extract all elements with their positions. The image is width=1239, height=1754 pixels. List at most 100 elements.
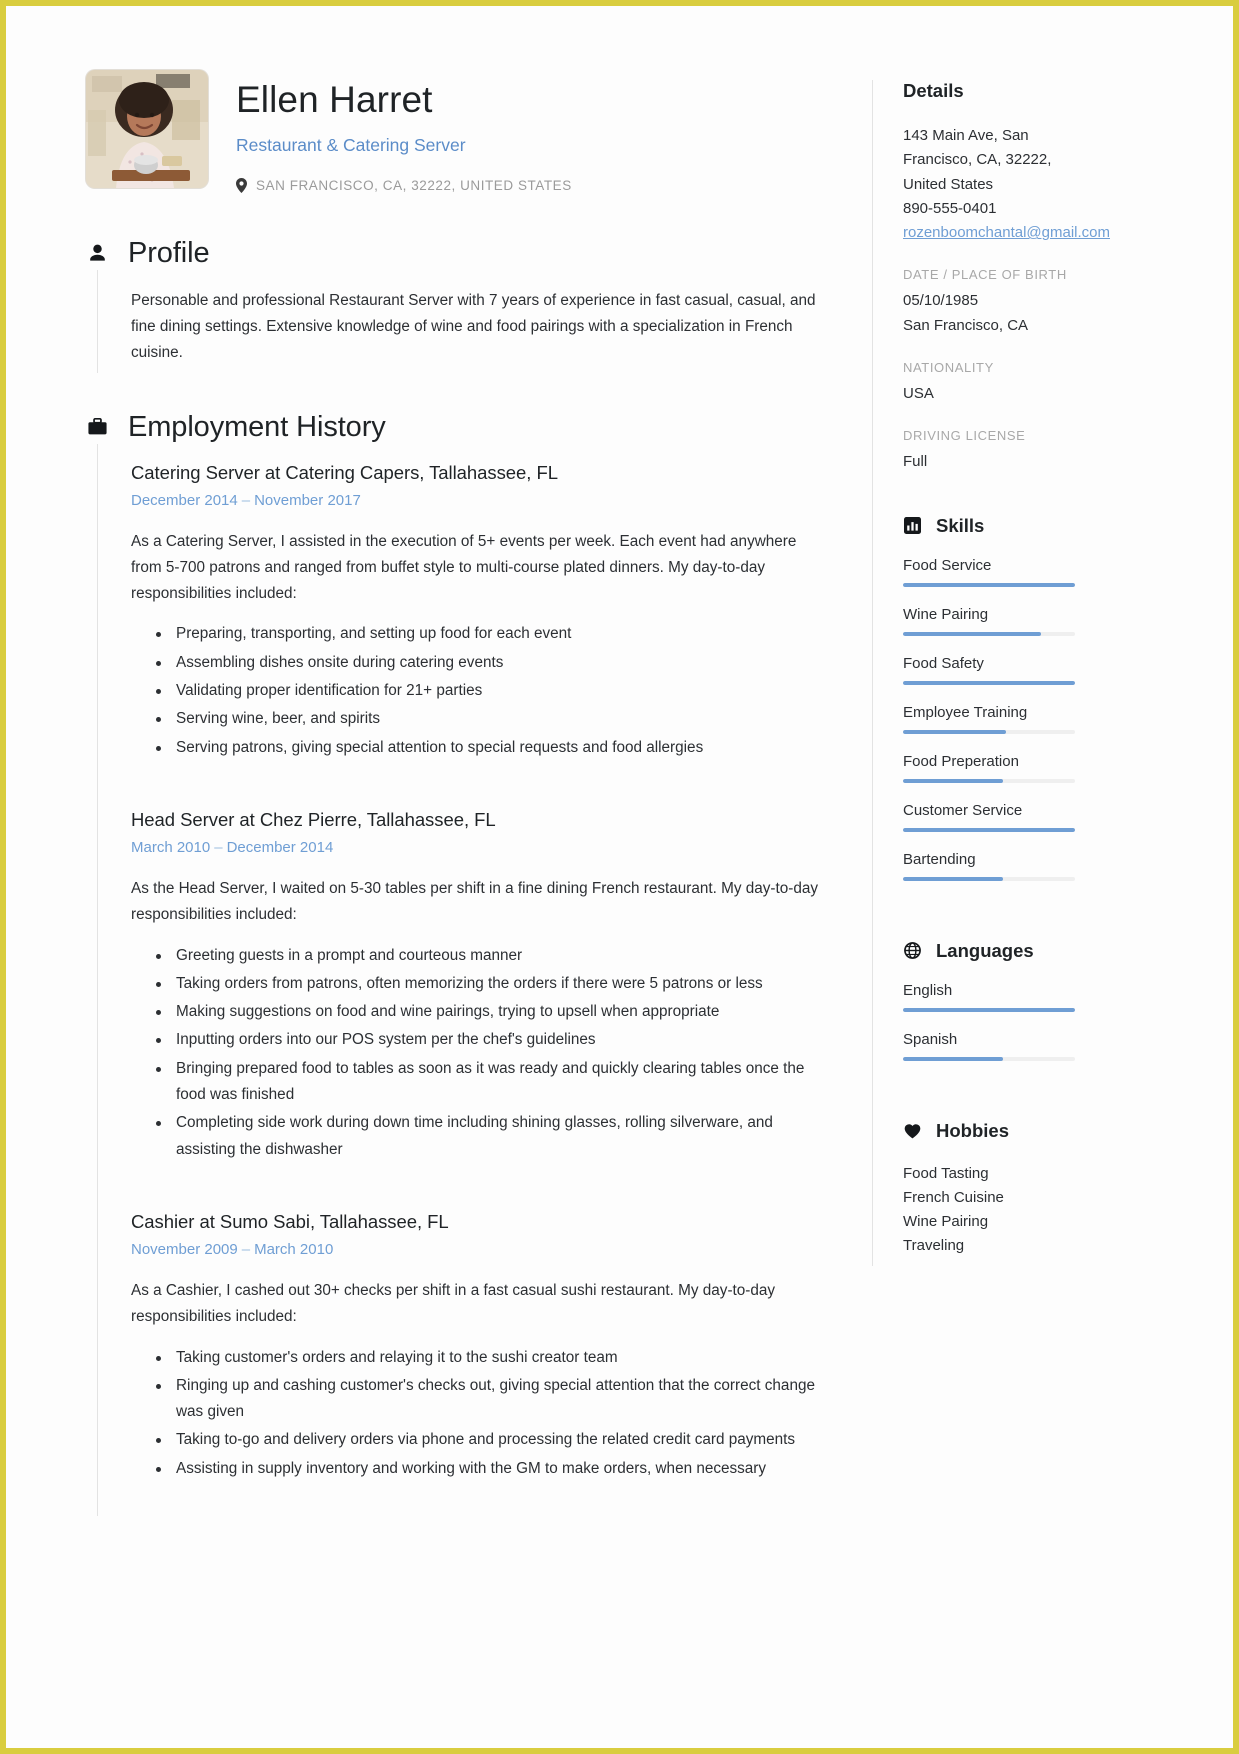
person-icon — [86, 241, 108, 265]
profile-photo-image — [86, 70, 208, 188]
employment-entry-title: Head Server at Chez Pierre, Tallahassee,… — [131, 808, 496, 830]
profile-body: Personable and professional Restaurant S… — [97, 269, 820, 373]
employment-entry: Head Server at Chez Pierre, Tallahassee,… — [131, 789, 820, 1191]
skill-level-fill — [903, 680, 1075, 685]
skills-list: Food Service Wine Pairing Food Safety Emplo… — [903, 557, 1169, 881]
employment-entry-dates: March 2010– December 2014 — [131, 839, 820, 856]
address-line-2: Francisco, CA, 32222, — [903, 151, 1052, 169]
header-text: Ellen Harret Restaurant & Catering Serve… — [236, 70, 572, 193]
resume-header: Ellen Harret Restaurant & Catering Serve… — [86, 70, 820, 193]
location-row: SAN FRANCISCO, CA, 32222, UNITED STATES — [236, 177, 572, 193]
list-item: Taking orders from patrons, often memori… — [156, 971, 820, 997]
profile-section-title: Profile — [128, 236, 210, 269]
language-level-bar — [903, 1056, 1075, 1061]
date-end: November 2017 — [254, 491, 361, 509]
employment-entry: Catering Server at Catering Capers, Tall… — [131, 462, 820, 789]
skill-level-bar — [903, 827, 1075, 832]
hobbies-header: Hobbies — [903, 1120, 1169, 1142]
language-level-bar — [903, 1007, 1075, 1012]
professional-title: Restaurant & Catering Server — [236, 134, 466, 155]
languages-list: English Spanish — [903, 982, 1169, 1061]
address-line-3: United States — [903, 175, 994, 193]
skill-level-fill — [903, 729, 1007, 734]
heart-icon — [903, 1121, 922, 1140]
skill-level-fill — [903, 582, 1075, 587]
date-separator: – — [214, 838, 223, 856]
skill-level-fill — [903, 631, 1041, 636]
list-item: Taking to-go and delivery orders via pho… — [156, 1427, 820, 1453]
skill-level-bar — [903, 582, 1075, 587]
list-item: Ringing up and cashing customer's checks… — [156, 1373, 820, 1426]
nationality-value: USA — [903, 385, 934, 403]
nationality-label: NATIONALITY — [903, 360, 994, 376]
list-item: Bringing prepared food to tables as soon… — [156, 1056, 820, 1109]
address-line-1: 143 Main Ave, San — [903, 127, 1029, 144]
language-label: English — [903, 981, 953, 999]
skill-level-bar — [903, 778, 1075, 783]
employment-entry-description: As a Catering Server, I assisted in the … — [131, 532, 797, 603]
hobby-item: French Cuisine — [903, 1188, 1004, 1206]
employment-entry-dates: December 2014– November 2017 — [131, 492, 820, 509]
date-separator: – — [241, 1240, 251, 1258]
skill-label: Bartending — [903, 850, 976, 868]
skill-level-fill — [903, 778, 1003, 783]
skill: Food Preperation — [903, 753, 1169, 783]
language-level-fill — [903, 1007, 1075, 1012]
skill-label: Food Service — [903, 556, 992, 574]
list-item: Greeting guests in a prompt and courteou… — [156, 943, 820, 969]
employment-entry: Cashier at Sumo Sabi, Tallahassee, FL Nov… — [131, 1191, 820, 1510]
skill-level-bar — [903, 631, 1075, 636]
resume-page: Ellen Harret Restaurant & Catering Serve… — [0, 0, 1239, 1754]
skill-label: Customer Service — [903, 801, 1023, 819]
list-item: Assisting in supply inventory and workin… — [156, 1456, 820, 1482]
hobbies-list: Food Tasting French Cuisine Wine Pairing Tr… — [903, 1162, 1169, 1258]
hobby-item: Food Tasting — [903, 1164, 989, 1182]
language: English — [903, 982, 1169, 1012]
languages-block: Languages English Spanish — [872, 925, 1169, 1106]
resume-sheet: Ellen Harret Restaurant & Catering Serve… — [12, 12, 1227, 1742]
skills-header: Skills — [903, 515, 1169, 537]
email-link[interactable]: rozenboomchantal@gmail.com — [903, 224, 1110, 241]
employment-section-header: Employment History — [86, 411, 820, 444]
skill: Bartending — [903, 851, 1169, 881]
date-end: December 2014 — [226, 838, 334, 856]
dob-value: 05/10/1985 — [903, 292, 979, 310]
employment-entry-dates: November 2009– March 2010 — [131, 1241, 820, 1258]
driving-license-value: Full — [903, 453, 928, 471]
employment-entry-description: As a Cashier, I cashed out 30+ checks pe… — [131, 1281, 776, 1326]
main-column: Ellen Harret Restaurant & Catering Serve… — [86, 70, 846, 1742]
list-item: Serving wine, beer, and spirits — [156, 706, 820, 732]
list-item: Taking customer's orders and relaying it… — [156, 1345, 820, 1371]
profile-section-header: Profile — [86, 237, 820, 270]
list-item: Assembling dishes onsite during catering… — [156, 650, 820, 676]
list-item: Inputting orders into our POS system per… — [156, 1027, 820, 1053]
birth-place-value: San Francisco, CA — [903, 316, 1029, 334]
skill-label: Food Safety — [903, 654, 984, 672]
driving-license-label: DRIVING LICENSE — [903, 428, 1026, 444]
language: Spanish — [903, 1031, 1169, 1061]
skill: Employee Training — [903, 704, 1169, 734]
languages-header: Languages — [903, 940, 1169, 962]
responsibility-list: Greeting guests in a prompt and courteou… — [131, 943, 820, 1163]
responsibility-list: Preparing, transporting, and setting up … — [131, 621, 820, 760]
map-pin-icon — [236, 177, 247, 193]
hobby-item: Traveling — [903, 1236, 965, 1254]
skill: Food Safety — [903, 655, 1169, 685]
skill-level-fill — [903, 827, 1075, 832]
list-item: Preparing, transporting, and setting up … — [156, 621, 820, 647]
skill-level-bar — [903, 729, 1075, 734]
date-end: March 2010 — [254, 1240, 334, 1258]
languages-title: Languages — [936, 939, 1034, 961]
employment-entry-description: As the Head Server, I waited on 5-30 tab… — [131, 879, 819, 924]
briefcase-icon — [86, 415, 108, 439]
phone-number: 890-555-0401 — [903, 199, 997, 217]
skill-label: Food Preperation — [903, 752, 1019, 770]
employment-entry-title: Catering Server at Catering Capers, Tall… — [131, 461, 558, 483]
employment-section: Employment History Catering Server at Ca… — [86, 411, 820, 1516]
profile-photo — [86, 70, 208, 188]
profile-text: Personable and professional Restaurant S… — [131, 291, 816, 362]
employment-entry-title: Cashier at Sumo Sabi, Tallahassee, FL — [131, 1210, 449, 1232]
skill-level-fill — [903, 876, 1003, 881]
date-separator: – — [241, 491, 251, 509]
skill: Wine Pairing — [903, 606, 1169, 636]
